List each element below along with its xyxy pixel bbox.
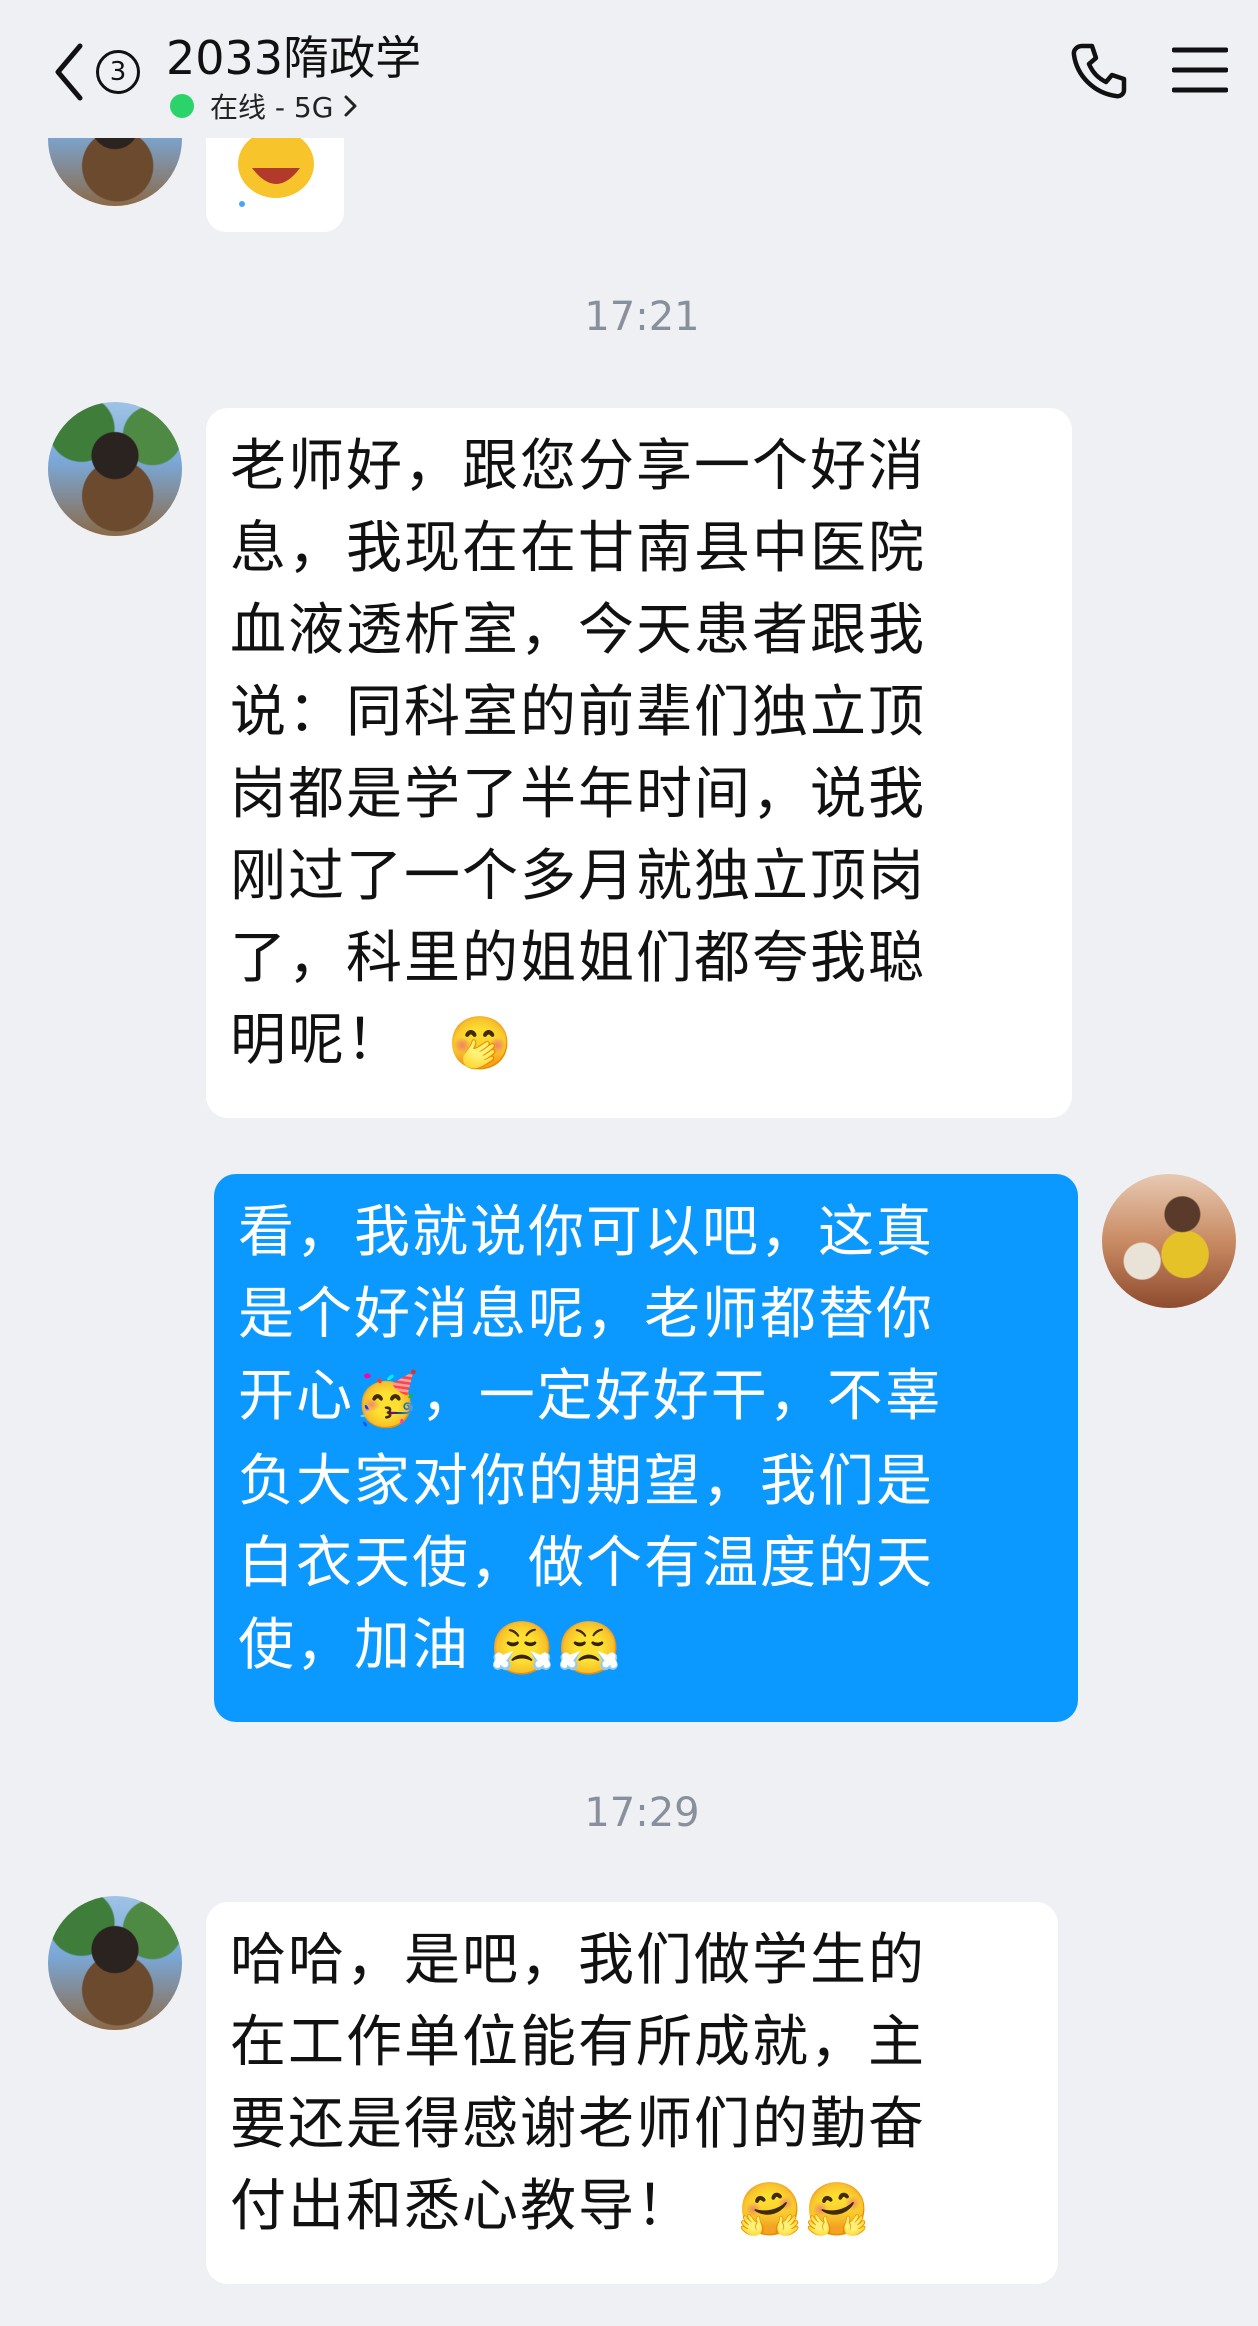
message-line: 付出和悉心教导！ 🤗🤗 <box>230 2166 1034 2251</box>
student-avatar[interactable] <box>48 1896 182 2030</box>
timestamp: 17:21 <box>584 294 700 340</box>
online-dot-icon <box>170 94 194 118</box>
hugging-face-emoji: 🤗🤗 <box>737 2179 872 2240</box>
outgoing-message-bubble[interactable]: 看，我就说你可以吧，这真 是个好消息呢，老师都替你 开心🥳，一定好好干，不辜 负… <box>214 1174 1078 1722</box>
message-line: 负大家对你的期望，我们是 <box>238 1448 934 1514</box>
message-line: 在工作单位能有所成就，主 <box>230 2010 926 2075</box>
message-text: 使，加油 <box>238 1612 470 1678</box>
chat-title[interactable]: 2033隋政学 <box>166 22 421 88</box>
message-line: 哈哈，是吧，我们做学生的 <box>230 1928 926 1993</box>
message-text: 明呢！ <box>230 1008 404 1073</box>
message-text: 开心 <box>238 1364 354 1429</box>
message-text: 付出和悉心教导！ <box>230 2174 694 2239</box>
message-line: 岗都是学了半年时间，说我 <box>230 762 926 827</box>
message-line: 了，科里的姐姐们都夸我聪 <box>230 926 926 991</box>
timestamp: 17:29 <box>584 1790 700 1836</box>
message-line: 刚过了一个多月就独立顶岗 <box>230 844 926 909</box>
incoming-message-bubble[interactable]: 哈哈，是吧，我们做学生的 在工作单位能有所成就，主 要还是得感谢老师们的勤奋 付… <box>206 1902 1058 2284</box>
message-text: ，一定好好干，不辜 <box>420 1364 943 1429</box>
party-face-emoji: 🥳 <box>354 1369 421 1430</box>
message-line: 开心🥳，一定好好干，不辜 <box>238 1356 1054 1441</box>
message-line: 说：同科室的前辈们独立顶 <box>230 680 926 745</box>
message-line: 看，我就说你可以吧，这真 <box>238 1200 934 1265</box>
student-avatar[interactable] <box>48 402 182 536</box>
message-line: 血液透析室，今天患者跟我 <box>230 598 926 663</box>
shy-face-emoji: 🤭 <box>447 1013 515 1074</box>
unread-count-badge[interactable]: 3 <box>96 50 140 94</box>
message-line: 使，加油 😤😤 <box>238 1605 1054 1690</box>
hamburger-menu-icon[interactable] <box>1172 46 1228 94</box>
message-line: 是个好消息呢，老师都替你 <box>238 1282 934 1347</box>
message-line: 老师好，跟您分享一个好消 <box>230 434 926 499</box>
message-line: 息，我现在在甘南县中医院 <box>230 516 926 581</box>
incoming-message-bubble[interactable]: 老师好，跟您分享一个好消 息，我现在在甘南县中医院 血液透析室，今天患者跟我 说… <box>206 408 1072 1118</box>
message-line: 要还是得感谢老师们的勤奋 <box>230 2092 926 2157</box>
message-line: 白衣天使，做个有温度的天 <box>238 1530 934 1596</box>
chevron-right-icon <box>344 95 357 117</box>
message-line: 明呢！ 🤭 <box>230 1000 1048 1085</box>
determined-face-emoji: 😤😤 <box>489 1618 624 1679</box>
phone-icon[interactable] <box>1068 40 1130 102</box>
chat-header: 3 2033隋政学 在线 - 5G <box>0 0 1258 138</box>
online-status[interactable]: 在线 - 5G <box>170 86 359 126</box>
teacher-avatar[interactable] <box>1102 1174 1236 1308</box>
status-text: 在线 - 5G <box>210 91 334 124</box>
